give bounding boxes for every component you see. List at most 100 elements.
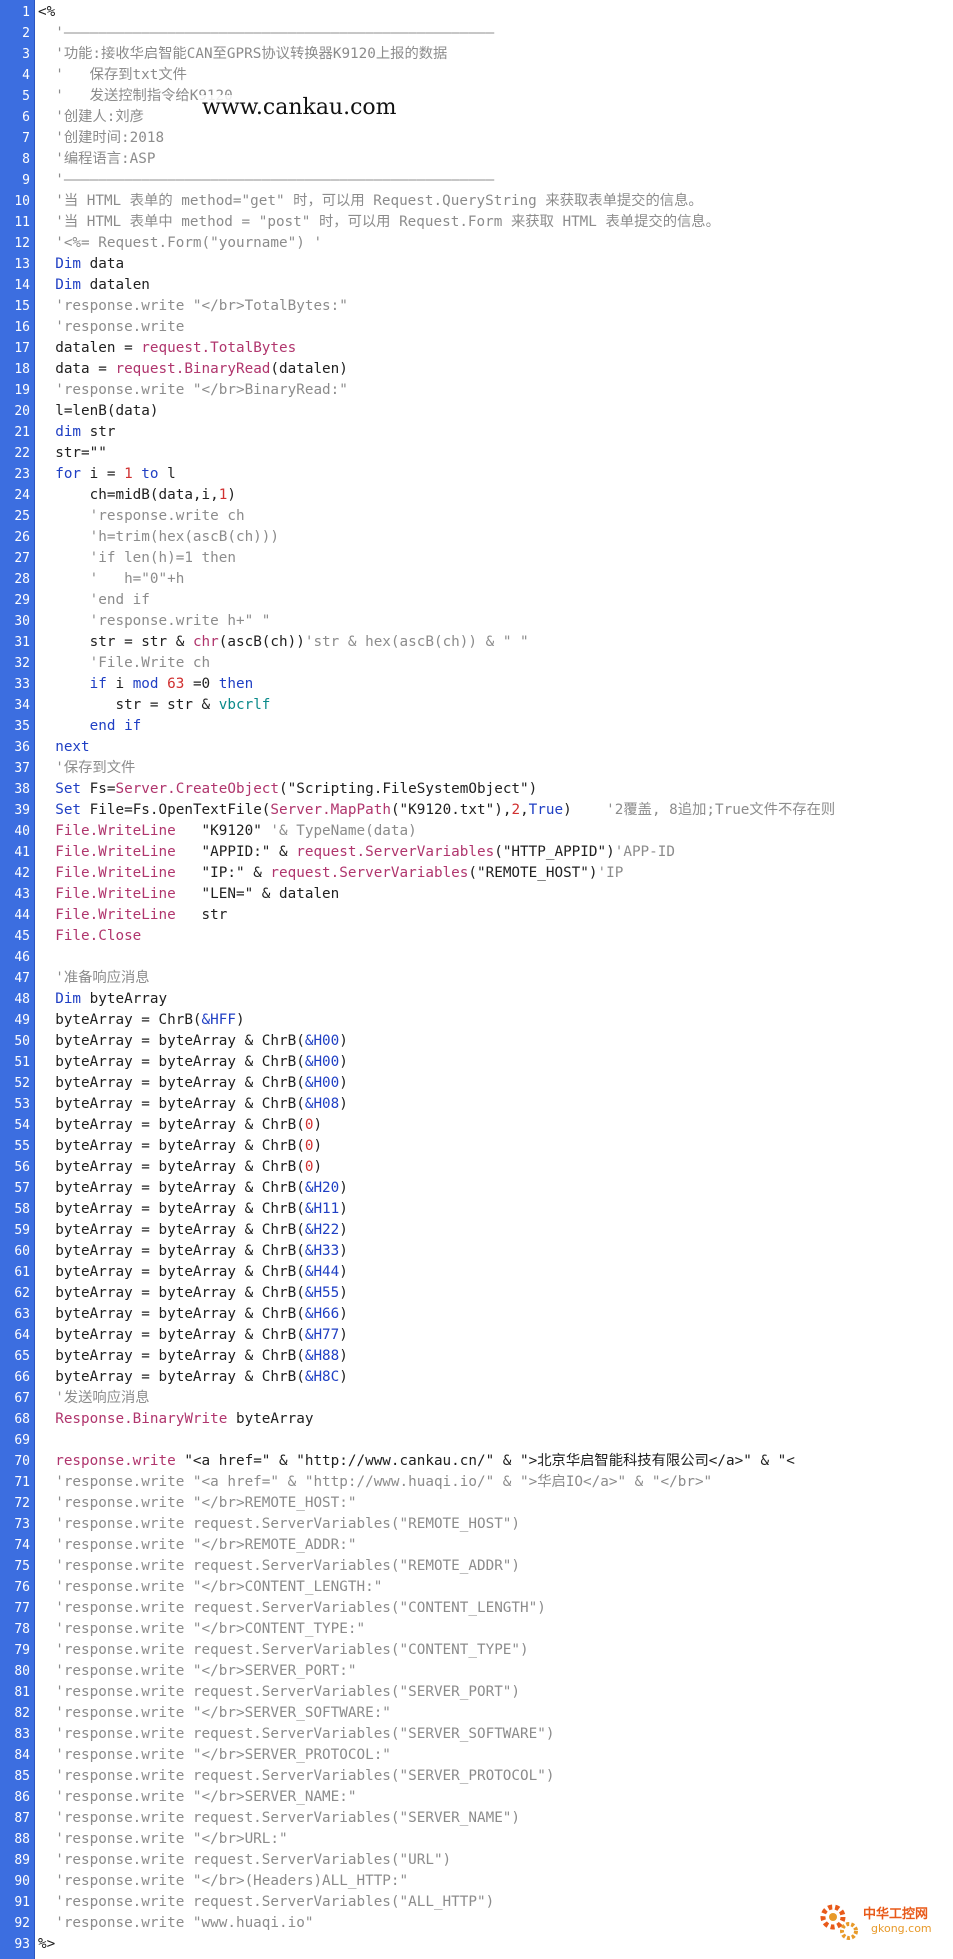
code-line[interactable]: 25 'response.write ch bbox=[0, 506, 953, 527]
code-line[interactable]: 29 'end if bbox=[0, 590, 953, 611]
code-line[interactable]: 41 File.WriteLine "APPID:" & request.Ser… bbox=[0, 842, 953, 863]
code-line[interactable]: 57 byteArray = byteArray & ChrB(&H20) bbox=[0, 1178, 953, 1199]
code-line[interactable]: 19 'response.write "</br>BinaryRead:" bbox=[0, 380, 953, 401]
code-editor[interactable]: 1 <% 2 '——————————————————————————————————… bbox=[0, 0, 953, 1959]
code-line[interactable]: 16 'response.write bbox=[0, 317, 953, 338]
code-line[interactable]: 55 byteArray = byteArray & ChrB(0) bbox=[0, 1136, 953, 1157]
code-line[interactable]: 84 'response.write "</br>SERVER_PROTOCOL… bbox=[0, 1745, 953, 1766]
code-line[interactable]: 43 File.WriteLine "LEN=" & datalen bbox=[0, 884, 953, 905]
code-line[interactable]: 91 'response.write request.ServerVariabl… bbox=[0, 1892, 953, 1913]
code-line[interactable]: 15 'response.write "</br>TotalBytes:" bbox=[0, 296, 953, 317]
code-line[interactable]: 88 'response.write "</br>URL:" bbox=[0, 1829, 953, 1850]
code-line[interactable]: 1 <% bbox=[0, 2, 953, 23]
code-line[interactable]: 63 byteArray = byteArray & ChrB(&H66) bbox=[0, 1304, 953, 1325]
code-line[interactable]: 28 ' h="0"+h bbox=[0, 569, 953, 590]
code-line[interactable]: 65 byteArray = byteArray & ChrB(&H88) bbox=[0, 1346, 953, 1367]
line-number: 6 bbox=[22, 110, 30, 125]
code-line[interactable]: 83 'response.write request.ServerVariabl… bbox=[0, 1724, 953, 1745]
line-number: 44 bbox=[14, 908, 30, 923]
code-token: Set bbox=[38, 802, 90, 818]
code-line[interactable]: 81 'response.write request.ServerVariabl… bbox=[0, 1682, 953, 1703]
code-line[interactable]: 3 '功能:接收华启智能CAN至GPRS协议转换器K9120上报的数据 bbox=[0, 44, 953, 65]
code-line[interactable]: 2 '—————————————————————————————————————… bbox=[0, 23, 953, 44]
code-line[interactable]: 54 byteArray = byteArray & ChrB(0) bbox=[0, 1115, 953, 1136]
code-line[interactable]: 17 datalen = request.TotalBytes bbox=[0, 338, 953, 359]
code-line[interactable]: 4 ' 保存到txt文件 bbox=[0, 65, 953, 86]
code-line[interactable]: 77 'response.write request.ServerVariabl… bbox=[0, 1598, 953, 1619]
code-line[interactable]: 62 byteArray = byteArray & ChrB(&H55) bbox=[0, 1283, 953, 1304]
code-line[interactable]: 39 Set File=Fs.OpenTextFile(Server.MapPa… bbox=[0, 800, 953, 821]
code-line[interactable]: 13 Dim data bbox=[0, 254, 953, 275]
code-line[interactable]: 89 'response.write request.ServerVariabl… bbox=[0, 1850, 953, 1871]
code-line[interactable]: 93 %> bbox=[0, 1934, 953, 1955]
code-line[interactable]: 79 'response.write request.ServerVariabl… bbox=[0, 1640, 953, 1661]
code-line[interactable]: 69 bbox=[0, 1430, 953, 1451]
code-line[interactable]: 37 '保存到文件 bbox=[0, 758, 953, 779]
code-line[interactable]: 56 byteArray = byteArray & ChrB(0) bbox=[0, 1157, 953, 1178]
code-line[interactable]: 46 bbox=[0, 947, 953, 968]
code-line[interactable]: 32 'File.Write ch bbox=[0, 653, 953, 674]
code-line[interactable]: 48 Dim byteArray bbox=[0, 989, 953, 1010]
code-line[interactable]: 30 'response.write h+" " bbox=[0, 611, 953, 632]
line-number: 45 bbox=[14, 929, 30, 944]
code-line[interactable]: 10 '当 HTML 表单的 method="get" 时，可以用 Reques… bbox=[0, 191, 953, 212]
code-line[interactable]: 26 'h=trim(hex(ascB(ch))) bbox=[0, 527, 953, 548]
code-line[interactable]: 33 if i mod 63 =0 then bbox=[0, 674, 953, 695]
code-line[interactable]: 20 l=lenB(data) bbox=[0, 401, 953, 422]
code-token: '保存到文件 bbox=[38, 760, 136, 776]
code-line[interactable]: 6 '创建人:刘彦 bbox=[0, 107, 953, 128]
code-line[interactable]: 53 byteArray = byteArray & ChrB(&H08) bbox=[0, 1094, 953, 1115]
code-line[interactable]: 86 'response.write "</br>SERVER_NAME:" bbox=[0, 1787, 953, 1808]
code-line[interactable]: 38 Set Fs=Server.CreateObject("Scripting… bbox=[0, 779, 953, 800]
code-line[interactable]: 59 byteArray = byteArray & ChrB(&H22) bbox=[0, 1220, 953, 1241]
code-line[interactable]: 74 'response.write "</br>REMOTE_ADDR:" bbox=[0, 1535, 953, 1556]
code-line[interactable]: 34 str = str & vbcrlf bbox=[0, 695, 953, 716]
code-line[interactable]: 80 'response.write "</br>SERVER_PORT:" bbox=[0, 1661, 953, 1682]
code-line[interactable]: 45 File.Close bbox=[0, 926, 953, 947]
code-line[interactable]: 68 Response.BinaryWrite byteArray bbox=[0, 1409, 953, 1430]
code-line[interactable]: 90 'response.write "</br>(Headers)ALL_HT… bbox=[0, 1871, 953, 1892]
code-line[interactable]: 21 dim str bbox=[0, 422, 953, 443]
code-line[interactable]: 67 '发送响应消息 bbox=[0, 1388, 953, 1409]
code-line[interactable]: 31 str = str & chr(ascB(ch))'str & hex(a… bbox=[0, 632, 953, 653]
code-token: request.ServerVariables bbox=[270, 865, 469, 881]
code-line[interactable]: 7 '创建时间:2018 bbox=[0, 128, 953, 149]
code-line[interactable]: 49 byteArray = ChrB(&HFF) bbox=[0, 1010, 953, 1031]
code-line[interactable]: 58 byteArray = byteArray & ChrB(&H11) bbox=[0, 1199, 953, 1220]
code-line[interactable]: 50 byteArray = byteArray & ChrB(&H00) bbox=[0, 1031, 953, 1052]
code-line[interactable]: 27 'if len(h)=1 then bbox=[0, 548, 953, 569]
code-line[interactable]: 23 for i = 1 to l bbox=[0, 464, 953, 485]
code-line[interactable]: 85 'response.write request.ServerVariabl… bbox=[0, 1766, 953, 1787]
code-line[interactable]: 72 'response.write "</br>REMOTE_HOST:" bbox=[0, 1493, 953, 1514]
code-line[interactable]: 92 'response.write "www.huaqi.io" bbox=[0, 1913, 953, 1934]
code-line[interactable]: 11 '当 HTML 表单中 method = "post" 时，可以用 Req… bbox=[0, 212, 953, 233]
code-line[interactable]: 12 '<%= Request.Form("yourname") ' bbox=[0, 233, 953, 254]
code-line[interactable]: 82 'response.write "</br>SERVER_SOFTWARE… bbox=[0, 1703, 953, 1724]
code-line[interactable]: 78 'response.write "</br>CONTENT_TYPE:" bbox=[0, 1619, 953, 1640]
code-line[interactable]: 66 byteArray = byteArray & ChrB(&H8C) bbox=[0, 1367, 953, 1388]
code-line[interactable]: 64 byteArray = byteArray & ChrB(&H77) bbox=[0, 1325, 953, 1346]
code-line[interactable]: 9 '—————————————————————————————————————… bbox=[0, 170, 953, 191]
code-line[interactable]: 70 response.write "<a href=" & "http://w… bbox=[0, 1451, 953, 1472]
code-line[interactable]: 36 next bbox=[0, 737, 953, 758]
code-line[interactable]: 8 '编程语言:ASP bbox=[0, 149, 953, 170]
code-line[interactable]: 47 '准备响应消息 bbox=[0, 968, 953, 989]
code-line[interactable]: 52 byteArray = byteArray & ChrB(&H00) bbox=[0, 1073, 953, 1094]
code-line[interactable]: 73 'response.write request.ServerVariabl… bbox=[0, 1514, 953, 1535]
code-line[interactable]: 5 ' 发送控制指令给K9120 bbox=[0, 86, 953, 107]
code-line[interactable]: 76 'response.write "</br>CONTENT_LENGTH:… bbox=[0, 1577, 953, 1598]
code-line[interactable]: 14 Dim datalen bbox=[0, 275, 953, 296]
code-line[interactable]: 18 data = request.BinaryRead(datalen) bbox=[0, 359, 953, 380]
code-line[interactable]: 44 File.WriteLine str bbox=[0, 905, 953, 926]
code-line[interactable]: 51 byteArray = byteArray & ChrB(&H00) bbox=[0, 1052, 953, 1073]
code-line[interactable]: 87 'response.write request.ServerVariabl… bbox=[0, 1808, 953, 1829]
code-line[interactable]: 42 File.WriteLine "IP:" & request.Server… bbox=[0, 863, 953, 884]
code-line[interactable]: 35 end if bbox=[0, 716, 953, 737]
code-line[interactable]: 22 str="" bbox=[0, 443, 953, 464]
code-line[interactable]: 60 byteArray = byteArray & ChrB(&H33) bbox=[0, 1241, 953, 1262]
code-line[interactable]: 24 ch=midB(data,i,1) bbox=[0, 485, 953, 506]
code-line[interactable]: 40 File.WriteLine "K9120" '& TypeName(da… bbox=[0, 821, 953, 842]
code-line[interactable]: 71 'response.write "<a href=" & "http://… bbox=[0, 1472, 953, 1493]
code-line[interactable]: 61 byteArray = byteArray & ChrB(&H44) bbox=[0, 1262, 953, 1283]
code-line[interactable]: 75 'response.write request.ServerVariabl… bbox=[0, 1556, 953, 1577]
